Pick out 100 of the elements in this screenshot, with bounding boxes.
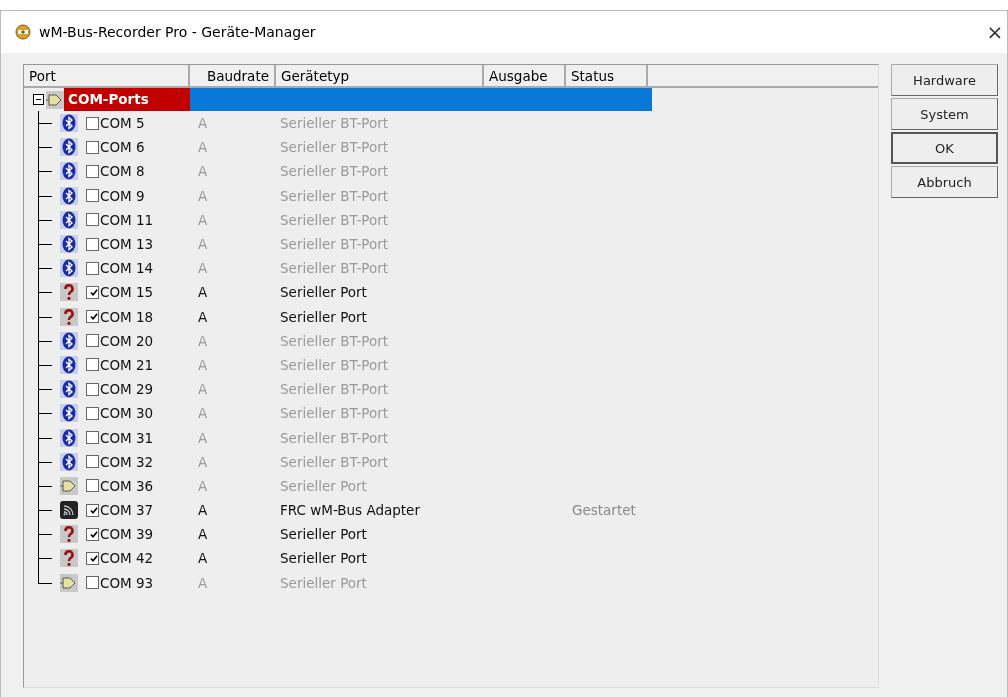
- checkbox[interactable]: [86, 527, 99, 541]
- device-type-cell-text: Serieller Port: [279, 477, 368, 494]
- column-header[interactable]: Baudrate: [190, 65, 276, 88]
- device-type-cell-text: Serieller BT-Port: [279, 187, 390, 204]
- question-mark-icon: [60, 525, 78, 544]
- baudrate-cell-text: A: [197, 187, 209, 204]
- port-name[interactable]: COM 36: [100, 477, 154, 494]
- port-name[interactable]: COM 15: [100, 284, 154, 301]
- device-type-cell-text: Serieller BT-Port: [279, 236, 390, 253]
- baudrate-cell-text: A: [197, 163, 209, 180]
- port-name[interactable]: COM 42: [100, 550, 154, 567]
- baudrate-cell-text: A: [197, 308, 209, 325]
- bluetooth-icon: [60, 186, 78, 205]
- device-type-cell-text: Serieller BT-Port: [279, 381, 390, 398]
- device-type-cell-text: Serieller Port: [279, 550, 368, 567]
- device-type-cell-text: Serieller BT-Port: [279, 260, 390, 277]
- close-button[interactable]: ×: [983, 20, 1007, 44]
- port-name[interactable]: COM 5: [100, 115, 145, 132]
- checkbox[interactable]: [86, 285, 99, 299]
- checkbox[interactable]: [86, 406, 99, 420]
- checkbox[interactable]: [86, 140, 99, 154]
- port-name[interactable]: COM 11: [100, 211, 154, 228]
- port-name[interactable]: COM 37: [100, 502, 154, 519]
- port-name[interactable]: COM 9: [100, 187, 145, 204]
- checkbox[interactable]: [86, 213, 99, 227]
- checkbox[interactable]: [86, 551, 99, 565]
- checkbox[interactable]: [86, 334, 99, 348]
- baudrate-cell-text: A: [197, 502, 209, 519]
- wireless-signal-icon: [60, 501, 78, 520]
- bluetooth-icon: [60, 355, 78, 374]
- checkbox[interactable]: [86, 189, 99, 203]
- device-type-cell-text: Serieller BT-Port: [279, 163, 390, 180]
- device-type-cell-text: Serieller Port: [279, 526, 368, 543]
- bluetooth-icon: [60, 138, 78, 157]
- checkbox[interactable]: [86, 431, 99, 445]
- column-header[interactable]: Ausgabe: [484, 65, 566, 88]
- baudrate-cell-text: A: [197, 332, 209, 349]
- dialog-button[interactable]: OK: [891, 132, 998, 164]
- device-type-cell-text: Serieller BT-Port: [279, 453, 390, 470]
- bluetooth-icon: [60, 162, 78, 181]
- baudrate-cell-text: A: [197, 139, 209, 156]
- dialog-button[interactable]: Abbruch: [891, 166, 998, 198]
- port-name[interactable]: COM 6: [100, 139, 145, 156]
- baudrate-cell-text: A: [197, 526, 209, 543]
- baudrate-cell-text: A: [197, 453, 209, 470]
- port-name[interactable]: COM 14: [100, 260, 154, 277]
- question-mark-icon: [60, 549, 78, 568]
- port-name[interactable]: COM 31: [100, 429, 154, 446]
- bluetooth-icon: [60, 114, 78, 133]
- bluetooth-icon: [60, 452, 78, 471]
- tree-root-item[interactable]: COM-Ports: [64, 88, 190, 111]
- checkbox[interactable]: [86, 503, 99, 517]
- device-type-cell-text: Serieller BT-Port: [279, 356, 390, 373]
- checkbox[interactable]: [86, 261, 99, 275]
- checkbox[interactable]: [86, 479, 99, 493]
- window-title: wM-Bus-Recorder Pro - Geräte-Manager: [39, 24, 317, 40]
- port-name[interactable]: COM 21: [100, 356, 154, 373]
- checkbox[interactable]: [86, 358, 99, 372]
- port-name[interactable]: COM 18: [100, 308, 154, 325]
- device-type-cell-text: Serieller BT-Port: [279, 332, 390, 349]
- port-name[interactable]: COM 93: [100, 574, 154, 591]
- device-type-cell-text: Serieller BT-Port: [279, 139, 390, 156]
- baudrate-cell-text: A: [197, 260, 209, 277]
- bluetooth-icon: [60, 259, 78, 278]
- dialog-button[interactable]: System: [891, 98, 998, 130]
- port-name[interactable]: COM 30: [100, 405, 154, 422]
- question-mark-icon: [60, 283, 78, 302]
- baudrate-cell-text: A: [197, 284, 209, 301]
- checkbox[interactable]: [86, 164, 99, 178]
- dialog-button[interactable]: Hardware: [891, 64, 998, 96]
- port-name[interactable]: COM 20: [100, 332, 154, 349]
- checkbox[interactable]: [86, 237, 99, 251]
- baudrate-cell-text: A: [197, 356, 209, 373]
- baudrate-cell-text: A: [197, 574, 209, 591]
- app-logo-icon: [15, 24, 31, 40]
- checkbox[interactable]: [86, 310, 99, 324]
- baudrate-cell-text: A: [197, 405, 209, 422]
- bluetooth-icon: [60, 235, 78, 254]
- plug-icon: [60, 476, 78, 495]
- port-name[interactable]: COM 32: [100, 453, 154, 470]
- port-name[interactable]: COM 29: [100, 381, 154, 398]
- status-cell-text: Gestartet: [571, 502, 637, 519]
- baudrate-cell-text: A: [197, 236, 209, 253]
- checkbox[interactable]: [86, 576, 99, 590]
- port-name[interactable]: COM 39: [100, 526, 154, 543]
- device-type-cell-text: Serieller BT-Port: [279, 115, 390, 132]
- collapse-icon[interactable]: [33, 94, 44, 105]
- port-name[interactable]: COM 13: [100, 236, 154, 253]
- column-header[interactable]: Gerätetyp: [276, 65, 484, 88]
- column-header[interactable]: Port: [24, 65, 190, 88]
- checkbox[interactable]: [86, 455, 99, 469]
- plug-icon: [46, 90, 64, 109]
- checkbox[interactable]: [86, 116, 99, 130]
- bluetooth-icon: [60, 428, 78, 447]
- bluetooth-icon: [60, 404, 78, 423]
- port-name[interactable]: COM 8: [100, 163, 145, 180]
- bluetooth-icon: [60, 380, 78, 399]
- bluetooth-icon: [60, 210, 78, 229]
- column-header[interactable]: Status: [566, 65, 648, 88]
- checkbox[interactable]: [86, 382, 99, 396]
